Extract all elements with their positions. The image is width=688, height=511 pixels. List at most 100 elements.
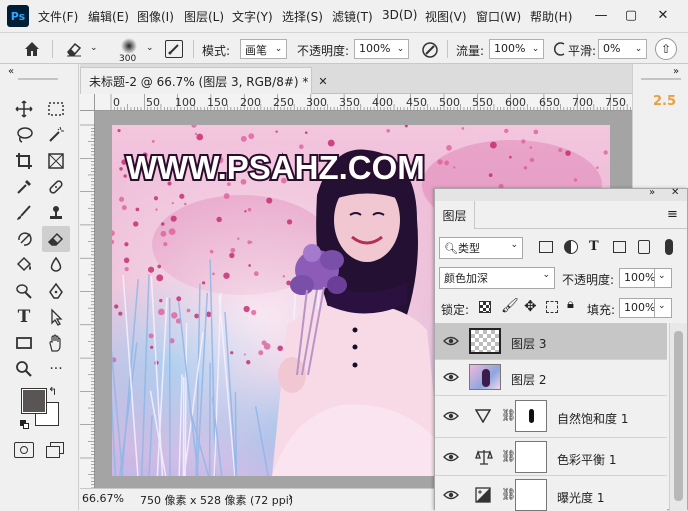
zoom-tool-icon[interactable]	[10, 356, 38, 382]
collapse-panel-icon[interactable]: »	[649, 187, 655, 198]
eraser-tool-icon[interactable]	[64, 40, 84, 58]
share-icon[interactable]: ⇧	[655, 38, 677, 60]
hand-tool-icon[interactable]	[42, 330, 70, 356]
menu-layer[interactable]: 图层(L)	[184, 8, 224, 25]
filter-toggle[interactable]	[665, 239, 673, 255]
lock-position-icon[interactable]: ✥	[524, 297, 537, 315]
layer-row[interactable]: 图层 2	[435, 360, 667, 396]
menu-image[interactable]: 图像(I)	[137, 8, 174, 25]
type-tool-icon[interactable]: T	[10, 304, 38, 330]
frame-tool-icon[interactable]	[42, 148, 70, 174]
horizontal-ruler[interactable]: 0 50 100 150 200 250 300 350 400 450 500…	[95, 94, 632, 111]
lock-transparent-icon[interactable]	[479, 301, 491, 313]
minimize-icon[interactable]: —	[588, 4, 614, 26]
chevron-down-icon[interactable]: ⌄	[528, 39, 544, 59]
dodge-tool-icon[interactable]	[10, 278, 38, 304]
chevron-down-icon[interactable]: ⌄	[631, 39, 647, 59]
menu-view[interactable]: 视图(V)	[425, 8, 467, 25]
link-icon[interactable]: ⛓︎	[501, 408, 516, 422]
layer-row[interactable]: 图层 3	[435, 324, 667, 360]
menu-help[interactable]: 帮助(H)	[530, 8, 572, 25]
chevron-down-icon[interactable]: ⌄	[393, 39, 409, 59]
screen-mode-icon[interactable]	[46, 442, 66, 460]
close-icon[interactable]: ✕	[650, 4, 676, 26]
collapse-panel-icon[interactable]: «	[8, 66, 14, 77]
lock-all-icon[interactable]: 🔒︎	[567, 297, 574, 312]
marquee-tool-icon[interactable]	[42, 96, 70, 122]
chevron-down-icon[interactable]: ⌄	[271, 39, 287, 59]
panel-menu-icon[interactable]: ≡	[667, 207, 678, 222]
layer-opacity-input[interactable]: 100%	[619, 268, 655, 288]
layer-name[interactable]: 图层 3	[511, 335, 546, 352]
ruler-origin[interactable]	[80, 94, 95, 111]
lock-image-icon[interactable]: 🖌︎	[501, 298, 519, 314]
filter-adjustment-icon[interactable]	[564, 240, 578, 254]
filter-shape-icon[interactable]	[613, 241, 626, 253]
pen-tool-icon[interactable]	[42, 278, 70, 304]
flow-input[interactable]: 100%	[489, 39, 529, 59]
default-colors-icon[interactable]	[20, 420, 30, 430]
blur-tool-icon[interactable]	[42, 252, 70, 278]
blend-mode-select[interactable]: 颜色加深 ⌄	[439, 267, 555, 289]
menu-3d[interactable]: 3D(D)	[382, 8, 417, 22]
layer-name[interactable]: 曝光度 1	[557, 489, 604, 506]
menu-edit[interactable]: 编辑(E)	[88, 8, 129, 25]
document-tab[interactable]: 未标题-2 @ 66.7% (图层 3, RGB/8#) * ✕	[80, 67, 328, 94]
mode-select[interactable]: 画笔	[240, 39, 272, 59]
chevron-down-icon[interactable]: ⌄	[654, 268, 672, 288]
healing-brush-tool-icon[interactable]	[42, 174, 70, 200]
clone-stamp-tool-icon[interactable]	[42, 200, 70, 226]
filter-smart-object-icon[interactable]	[638, 240, 650, 254]
close-panel-icon[interactable]: ✕	[671, 187, 679, 198]
path-selection-tool-icon[interactable]	[42, 304, 70, 330]
scrollbar-thumb[interactable]	[674, 331, 683, 501]
home-icon[interactable]	[22, 39, 42, 59]
close-tab-icon[interactable]: ✕	[318, 75, 327, 88]
lasso-tool-icon[interactable]	[10, 122, 38, 148]
lock-artboard-icon[interactable]	[546, 301, 558, 313]
layer-name[interactable]: 图层 2	[511, 371, 546, 388]
layer-row[interactable]: ⛓︎ 曝光度 1	[435, 476, 667, 511]
link-icon[interactable]: ⛓︎	[501, 487, 516, 501]
chevron-down-icon[interactable]: ⌄	[90, 43, 98, 53]
smooth-input[interactable]: 0%	[598, 39, 632, 59]
brush-tool-icon[interactable]	[10, 200, 38, 226]
menu-file[interactable]: 文件(F)	[38, 8, 78, 25]
airbrush-icon[interactable]	[553, 41, 569, 57]
chevron-down-icon[interactable]: ⌄	[146, 43, 154, 53]
eraser-tool-icon[interactable]	[42, 226, 70, 252]
vertical-ruler[interactable]	[80, 111, 95, 488]
magic-wand-tool-icon[interactable]	[42, 122, 70, 148]
visibility-eye-icon[interactable]	[443, 409, 459, 423]
opacity-input[interactable]: 100%	[354, 39, 394, 59]
fill-input[interactable]: 100%	[619, 298, 655, 318]
zoom-level[interactable]: 66.67%	[82, 492, 124, 505]
filter-type-icon[interactable]: T	[589, 239, 599, 254]
menu-filter[interactable]: 滤镜(T)	[332, 8, 373, 25]
eyedropper-tool-icon[interactable]	[10, 174, 38, 200]
menu-window[interactable]: 窗口(W)	[476, 8, 521, 25]
pressure-opacity-icon[interactable]	[420, 40, 440, 60]
menu-select[interactable]: 选择(S)	[282, 8, 323, 25]
more-tools-icon[interactable]: ···	[42, 356, 70, 382]
brush-preset-icon[interactable]	[116, 36, 142, 56]
crop-tool-icon[interactable]	[10, 148, 38, 174]
panel-value[interactable]: 2.5	[653, 94, 676, 109]
history-brush-tool-icon[interactable]	[10, 226, 38, 252]
layer-row[interactable]: ⛓︎ 自然饱和度 1	[435, 396, 667, 438]
layers-scrollbar[interactable]	[669, 323, 687, 511]
foreground-color-swatch[interactable]	[21, 388, 47, 414]
paint-bucket-tool-icon[interactable]	[10, 252, 38, 278]
visibility-eye-icon[interactable]	[443, 488, 459, 502]
menu-type[interactable]: 文字(Y)	[232, 8, 273, 25]
swap-colors-icon[interactable]: ↰	[48, 385, 57, 398]
filter-pixel-icon[interactable]	[539, 241, 553, 253]
layer-name[interactable]: 自然饱和度 1	[557, 410, 628, 427]
visibility-eye-icon[interactable]	[443, 450, 459, 464]
chevron-right-icon[interactable]: ›	[288, 490, 293, 505]
photoshop-logo-icon[interactable]: Ps	[7, 5, 29, 27]
brush-settings-icon[interactable]	[165, 40, 183, 58]
link-icon[interactable]: ⛓︎	[501, 449, 516, 463]
maximize-icon[interactable]: ▢	[618, 4, 644, 26]
chevron-down-icon[interactable]: ⌄	[654, 298, 672, 318]
